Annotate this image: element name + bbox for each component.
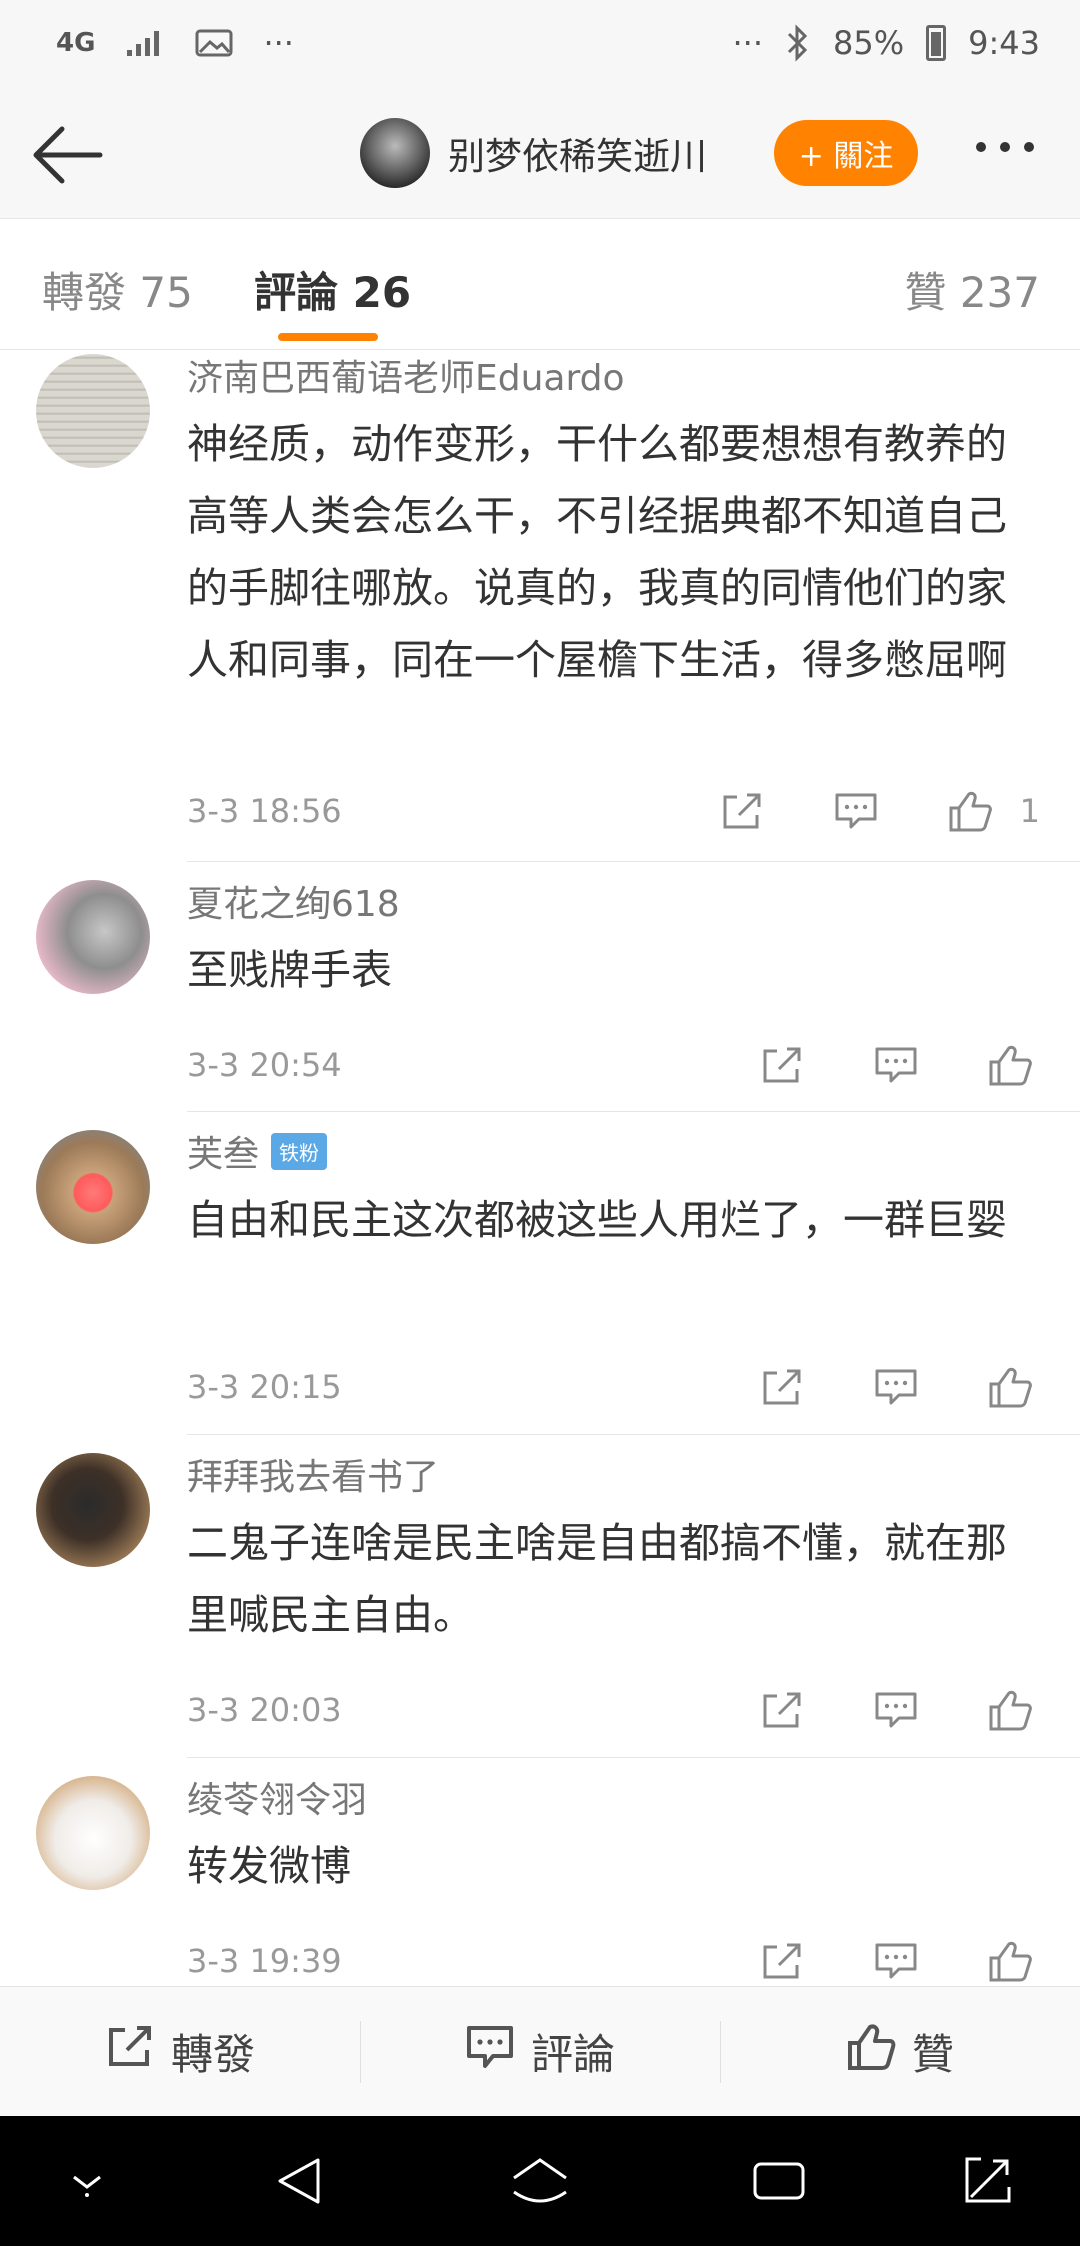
divider bbox=[187, 1111, 1080, 1112]
battery-percent: 85% bbox=[833, 24, 905, 62]
tab-reposts[interactable]: 轉發 75 bbox=[42, 259, 193, 320]
follow-button[interactable]: + 關注 bbox=[774, 120, 918, 186]
comment-icon[interactable] bbox=[866, 1362, 926, 1412]
comment-text: 转发微博 bbox=[187, 1842, 351, 1890]
comment-icon[interactable] bbox=[866, 1685, 926, 1735]
comment-meta: 3-3 20:54 bbox=[187, 1040, 1040, 1090]
comment-label: 評論 bbox=[530, 2030, 615, 2079]
comment-author-name[interactable]: 芙叁 bbox=[187, 1125, 259, 1177]
like-icon[interactable] bbox=[980, 1685, 1040, 1735]
expand-icon[interactable] bbox=[952, 2148, 1022, 2214]
share-icon[interactable] bbox=[752, 1362, 812, 1412]
home-nav-icon[interactable] bbox=[505, 2148, 575, 2214]
comment-time: 3-3 20:54 bbox=[187, 1046, 342, 1084]
clock: 9:43 bbox=[968, 24, 1040, 62]
like-count: 1 bbox=[1019, 792, 1040, 830]
recent-apps-icon[interactable] bbox=[744, 2148, 814, 2214]
signal-icon bbox=[125, 28, 165, 58]
network-type: 4G bbox=[56, 28, 96, 58]
comment-time: 3-3 18:56 bbox=[187, 792, 342, 830]
repost-label: 轉發 bbox=[170, 2030, 255, 2079]
comment-author[interactable]: 济南巴西葡语老师Eduardo bbox=[187, 350, 1040, 400]
comment-icon[interactable] bbox=[826, 786, 886, 836]
author-profile[interactable]: 别梦依稀笑逝川 bbox=[360, 118, 707, 188]
hide-keyboard-icon[interactable] bbox=[52, 2148, 122, 2214]
author-name[interactable]: 别梦依稀笑逝川 bbox=[448, 126, 707, 180]
fan-badge: 铁粉 bbox=[271, 1132, 328, 1170]
comment-author[interactable]: 拜拜我去看书了 bbox=[187, 1449, 1040, 1499]
more-options-icon[interactable] bbox=[976, 142, 1034, 152]
avatar[interactable] bbox=[36, 1453, 150, 1567]
avatar[interactable] bbox=[360, 118, 430, 188]
more-notifications: ··· bbox=[263, 24, 294, 62]
tab-likes[interactable]: 贊 237 bbox=[904, 259, 1040, 320]
comment-time: 3-3 20:03 bbox=[187, 1691, 342, 1729]
status-bar: 4G ··· ··· 85% 9:43 bbox=[0, 0, 1080, 92]
like-label: 贊 bbox=[911, 2030, 954, 2079]
like-icon[interactable] bbox=[940, 786, 1000, 836]
tab-comments[interactable]: 評論 26 bbox=[254, 259, 411, 320]
comment-text: 二鬼子连啥是民主啥是自由都搞不懂，就在那里喊民主自由。 bbox=[187, 1519, 1007, 1639]
comment-text: 自由和民主这次都被这些人用烂了，一群巨婴 bbox=[187, 1196, 1007, 1244]
comment-author[interactable]: 芙叁 铁粉 bbox=[187, 1126, 1040, 1176]
comment-time: 3-3 19:39 bbox=[187, 1942, 342, 1980]
comment-author[interactable]: 绫苓翎令羽 bbox=[187, 1772, 1040, 1822]
bluetooth-icon bbox=[785, 24, 811, 62]
back-nav-icon[interactable] bbox=[264, 2148, 334, 2214]
like-icon[interactable] bbox=[980, 1362, 1040, 1412]
share-icon[interactable] bbox=[752, 1936, 812, 1986]
avatar[interactable] bbox=[36, 1130, 150, 1244]
share-icon[interactable] bbox=[752, 1040, 812, 1090]
tab-bar: 轉發 75 評論 26 贊 237 bbox=[0, 218, 1080, 350]
avatar[interactable] bbox=[36, 1776, 150, 1890]
comment-meta: 3-3 18:56 1 bbox=[187, 786, 1040, 836]
system-nav-bar bbox=[0, 2116, 1080, 2246]
comment-author[interactable]: 夏花之绚618 bbox=[187, 876, 1040, 926]
bottom-action-bar: 轉發 評論 贊 bbox=[0, 1986, 1080, 2116]
avatar[interactable] bbox=[36, 354, 150, 468]
avatar[interactable] bbox=[36, 880, 150, 994]
comment-meta: 3-3 19:39 bbox=[187, 1936, 1040, 1986]
divider bbox=[187, 861, 1080, 862]
battery-icon bbox=[926, 25, 947, 61]
comment-button[interactable]: 評論 bbox=[360, 1987, 720, 2116]
comment-icon bbox=[465, 2024, 515, 2080]
share-icon[interactable] bbox=[752, 1685, 812, 1735]
comment-text: 神经质，动作变形，干什么都要想想有教养的高等人类会怎么干，不引经据典都不知道自己… bbox=[187, 420, 1007, 684]
divider bbox=[187, 1757, 1080, 1758]
comment-list[interactable]: 济南巴西葡语老师Eduardo 神经质，动作变形，干什么都要想想有教养的高等人类… bbox=[0, 350, 1080, 1986]
like-icon[interactable] bbox=[980, 1936, 1040, 1986]
share-icon[interactable] bbox=[712, 786, 772, 836]
active-tab-indicator bbox=[278, 333, 378, 341]
comment-icon[interactable] bbox=[866, 1040, 926, 1090]
back-arrow-icon[interactable] bbox=[28, 120, 108, 190]
comment-meta: 3-3 20:15 bbox=[187, 1362, 1040, 1412]
status-dots: ··· bbox=[732, 24, 764, 62]
like-button[interactable]: 贊 bbox=[720, 1987, 1080, 2116]
comment-icon[interactable] bbox=[866, 1936, 926, 1986]
gallery-icon bbox=[195, 28, 233, 58]
divider bbox=[187, 1434, 1080, 1435]
top-header: 别梦依稀笑逝川 + 關注 bbox=[0, 92, 1080, 218]
comment-time: 3-3 20:15 bbox=[187, 1368, 342, 1406]
like-icon bbox=[846, 2023, 896, 2081]
share-icon bbox=[105, 2024, 155, 2080]
repost-button[interactable]: 轉發 bbox=[0, 1987, 360, 2116]
like-icon[interactable] bbox=[980, 1040, 1040, 1090]
comment-meta: 3-3 20:03 bbox=[187, 1685, 1040, 1735]
comment-text: 至贱牌手表 bbox=[187, 946, 392, 994]
